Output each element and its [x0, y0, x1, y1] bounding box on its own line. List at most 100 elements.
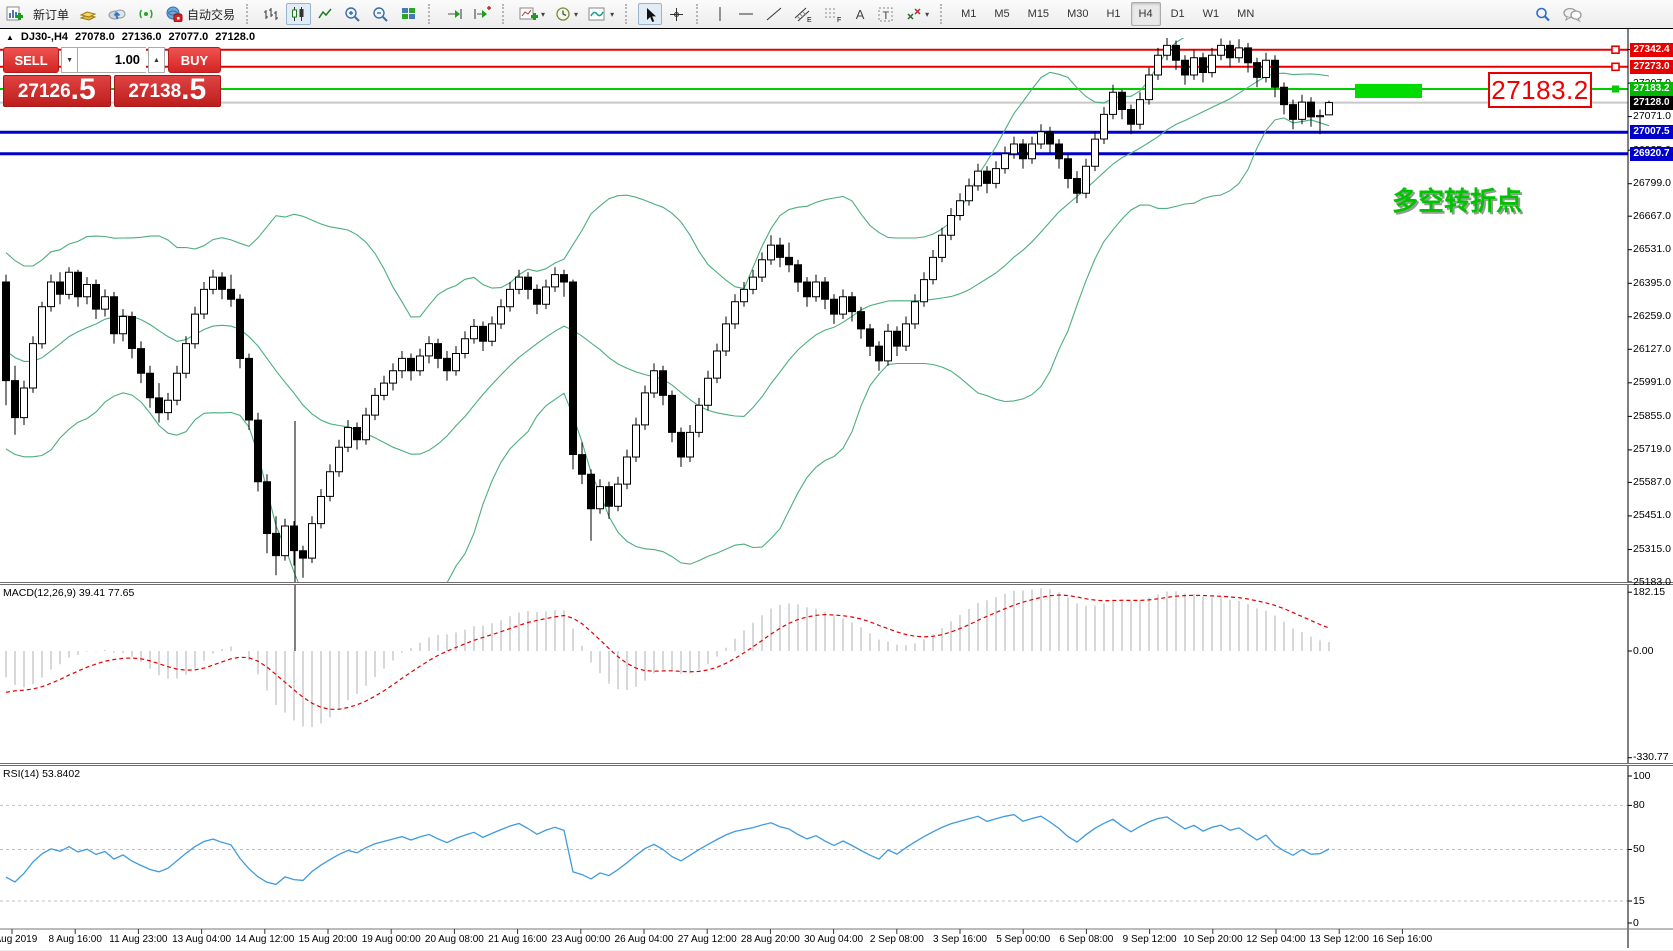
zoom-out-button[interactable]: [368, 3, 394, 25]
fibonacci-tool-button[interactable]: F: [819, 3, 847, 25]
note-text-annotation[interactable]: 多空转折点: [1392, 181, 1522, 218]
arrows-tool-button[interactable]: ▾: [901, 3, 933, 25]
symbol-period-label: DJ30-,H4: [21, 31, 68, 43]
time-axis-label: 30 Aug 04:00: [804, 934, 863, 945]
price-axis-tick-label: 26259.0: [1633, 310, 1671, 322]
buy-price-box[interactable]: 27138 .5: [114, 75, 222, 107]
timeframe-h1-button[interactable]: H1: [1098, 2, 1128, 26]
new-order-button[interactable]: 新订单: [29, 3, 73, 25]
candlesticks: [3, 38, 1333, 578]
collapse-panel-icon[interactable]: ▲: [6, 33, 14, 42]
highlight-rectangle[interactable]: [1355, 84, 1422, 98]
chart-window[interactable]: ▲ DJ30-,H4 27078.0 27136.0 27077.0 27128…: [0, 28, 1673, 950]
trendline-tool-button[interactable]: [761, 3, 787, 25]
time-axis-label: 11 Aug 23:00: [109, 934, 167, 945]
sell-button[interactable]: SELL: [3, 47, 59, 73]
pane-separator[interactable]: [0, 582, 1673, 585]
cloud-icon: [107, 6, 127, 22]
line-chart-button[interactable]: [313, 3, 338, 25]
price-badge-27183.2: 27183.2: [1630, 82, 1673, 96]
zoom-in-button[interactable]: [340, 3, 366, 25]
text-tool-button[interactable]: A: [849, 3, 871, 25]
timeframe-m30-button[interactable]: M30: [1059, 2, 1096, 26]
timeframe-d1-button[interactable]: D1: [1163, 2, 1193, 26]
price-badge-27273.0: 27273.0: [1630, 60, 1673, 74]
timeframe-h4-button[interactable]: H4: [1131, 2, 1161, 26]
timeframe-m5-button[interactable]: M5: [986, 2, 1017, 26]
candlestick-chart-icon: [290, 6, 307, 22]
time-axis-label: 13 Aug 04:00: [172, 934, 231, 945]
chat-icon: [1562, 6, 1582, 23]
vertical-line-tool-button[interactable]: [709, 3, 731, 25]
cursor-icon: [642, 6, 658, 23]
price-badge-26920.7: 26920.7: [1630, 147, 1673, 161]
svg-text:F: F: [837, 17, 841, 23]
main-toolbar: 新订单 自动交易 ▾ ▾: [0, 0, 1673, 29]
signal-button[interactable]: [133, 3, 159, 25]
cursor-tool-button[interactable]: [638, 3, 662, 25]
line-chart-icon: [317, 6, 334, 22]
macd-axis-tick-label: -330.77: [1633, 751, 1669, 763]
volume-increase-button[interactable]: ▲: [148, 47, 165, 73]
new-chart-button[interactable]: [1, 3, 27, 25]
macd-label: MACD(12,26,9) 39.41 77.65: [3, 587, 134, 599]
candlestick-chart-button[interactable]: [286, 3, 311, 25]
time-axis-label: 21 Aug 16:00: [488, 934, 547, 945]
price-axis-tick-label: 26531.0: [1633, 243, 1671, 255]
search-button[interactable]: [1530, 3, 1556, 25]
time-axis-label: 5 Sep 00:00: [996, 934, 1050, 945]
chart-canvas[interactable]: [0, 29, 1673, 951]
zoom-out-icon: [372, 6, 390, 23]
zoom-in-icon: [344, 6, 362, 23]
pane-separator[interactable]: [0, 763, 1673, 766]
auto-trading-button[interactable]: 自动交易: [161, 3, 239, 25]
horizontal-line-tool-button[interactable]: [733, 3, 759, 25]
key-level-price-box[interactable]: 27183.2: [1488, 72, 1592, 108]
time-axis-label: 27 Aug 12:00: [678, 934, 737, 945]
new-order-label: 新订单: [33, 6, 69, 23]
buy-price-main: 27138: [128, 79, 181, 105]
price-axis-tick-label: 26395.0: [1633, 277, 1671, 289]
bar-chart-button[interactable]: [259, 3, 284, 25]
quote-low: 27077.0: [169, 31, 209, 43]
rsi-axis-tick-label: 0: [1633, 917, 1639, 929]
market-watch-button[interactable]: [75, 3, 101, 25]
text-label-tool-button[interactable]: T: [873, 3, 899, 25]
timeframe-m1-button[interactable]: M1: [953, 2, 984, 26]
rsi-level-lines: [0, 805, 1628, 901]
crosshair-tool-button[interactable]: [664, 3, 689, 25]
price-axis-tick-label: 26799.0: [1633, 177, 1671, 189]
price-axis-tick-label: 25719.0: [1633, 443, 1671, 455]
template-button[interactable]: ▾: [584, 3, 618, 25]
timeframe-m15-button[interactable]: M15: [1020, 2, 1057, 26]
chart-shift-icon: [473, 6, 491, 22]
period-button[interactable]: ▾: [551, 3, 582, 25]
macd-histogram: [6, 588, 1329, 727]
rsi-indicator: [0, 805, 1628, 901]
auto-trading-icon: [165, 6, 183, 22]
auto-scroll-button[interactable]: [441, 3, 467, 25]
timeframe-w1-button[interactable]: W1: [1195, 2, 1228, 26]
time-axis-label: 26 Aug 04:00: [615, 934, 674, 945]
sell-price-box[interactable]: 27126 .5: [3, 75, 111, 107]
timeframe-mn-button[interactable]: MN: [1229, 2, 1262, 26]
chart-shift-button[interactable]: [469, 3, 495, 25]
horizontal-line-icon: [737, 6, 755, 22]
volume-input[interactable]: 1.00: [78, 47, 146, 73]
new-chart-icon: [5, 5, 23, 23]
equidistant-channel-tool-button[interactable]: E: [789, 3, 817, 25]
toolbar-separator: [625, 4, 633, 24]
volume-decrease-button[interactable]: ▼: [61, 47, 78, 73]
chat-button[interactable]: [1558, 3, 1586, 25]
quote-bar: ▲ DJ30-,H4 27078.0 27136.0 27077.0 27128…: [6, 31, 255, 43]
cloud-button[interactable]: [103, 3, 131, 25]
line-anchor: [1612, 86, 1619, 93]
time-axis-label: 8 Aug 16:00: [48, 934, 101, 945]
time-axis-label: 23 Aug 00:00: [551, 934, 610, 945]
price-axis-tick-label: 26667.0: [1633, 210, 1671, 222]
quote-open: 27078.0: [75, 31, 115, 43]
buy-button[interactable]: BUY: [168, 47, 221, 73]
tile-windows-button[interactable]: [396, 3, 421, 25]
toolbar-separator: [502, 4, 510, 24]
add-indicator-button[interactable]: ▾: [515, 3, 549, 25]
